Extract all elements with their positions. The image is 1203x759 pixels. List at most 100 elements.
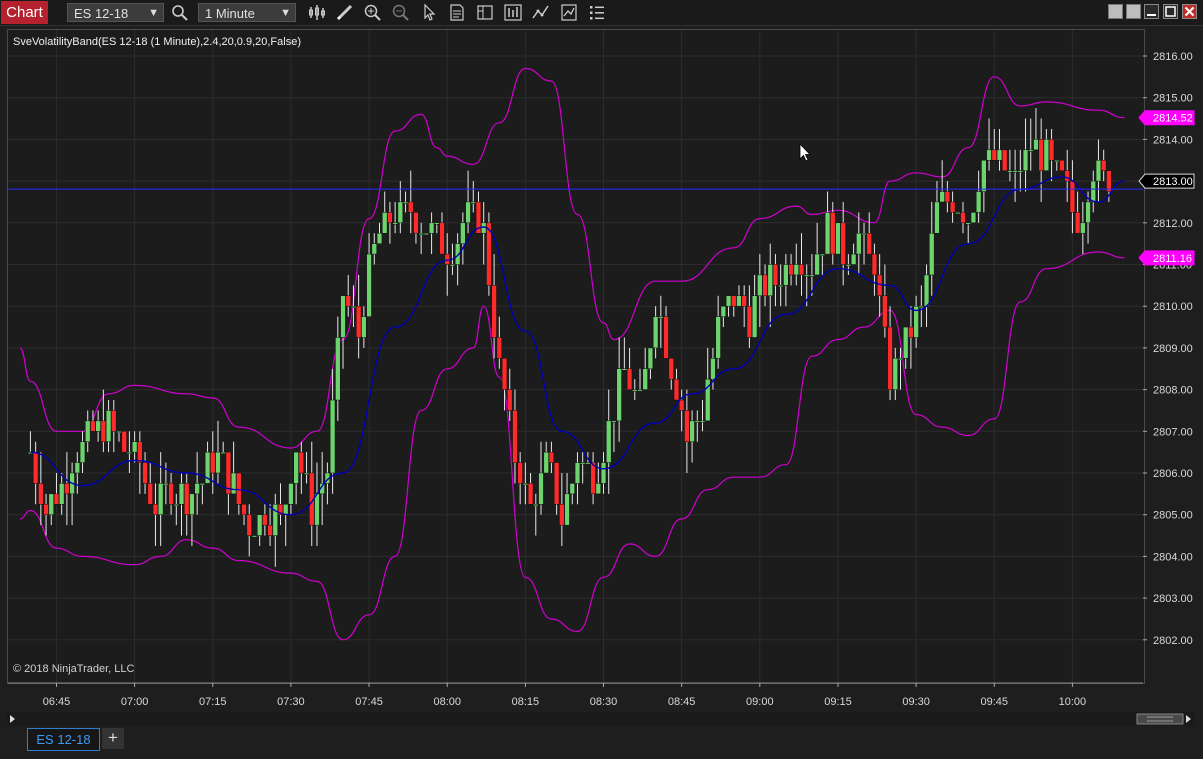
candle-up [652,316,659,349]
candle-up [1028,149,1034,152]
candle-up [1085,201,1091,224]
candle-up [606,420,612,463]
candle-down [731,295,737,307]
candle-up [892,358,898,390]
candle-up [809,274,815,277]
candle-down [668,358,674,380]
x-tick-label: 06:45 [43,696,71,708]
price-chart[interactable]: 2816.00 2815.00 2814.00 2813.00 2812.00 2811.… [0,0,1203,759]
candle-up [564,493,570,526]
candle-down [236,472,242,505]
candle-up [939,191,945,203]
candle-up [642,368,648,390]
y-tick-label: 2803.00 [1153,593,1193,605]
horizontal-scrollbar[interactable] [7,712,1195,726]
candle-down [111,410,117,432]
x-tick-label: 07:30 [277,696,305,708]
candle-up [470,201,476,204]
candle-up [361,316,367,338]
candle-up [569,483,575,495]
x-tick-label: 08:30 [590,696,618,708]
indicator-label[interactable]: SveVolatilityBand(ES 12-18 (1 Minute),2.… [13,36,301,48]
candle-up [996,149,1003,161]
candle-up [611,420,617,423]
candle-down [496,337,502,359]
candle-down [444,253,450,265]
candle-up [637,389,643,392]
candle-up [970,212,977,224]
candle-up [783,264,789,286]
y-tick-label: 2814.00 [1153,134,1193,146]
candle-up [105,410,112,442]
candle-up [48,493,54,515]
candle-down [830,212,836,255]
y-tick-label: 2805.00 [1153,510,1193,522]
candle-up [720,305,727,317]
x-tick-label: 09:15 [824,696,852,708]
candle-down [673,378,680,401]
candle-up [819,253,825,256]
candle-down [887,326,893,390]
candle-up [340,295,346,338]
candle-up [986,149,992,161]
mouse-cursor-icon [799,143,811,162]
candle-down [53,493,60,505]
candle-up [1033,139,1039,151]
candle-up [481,222,487,234]
candle-up [1017,170,1023,173]
candle-down [1059,160,1065,171]
candle-up [955,212,961,215]
candle-down [772,264,779,286]
candle-up [585,462,591,465]
candle-down [90,420,96,432]
candlesticks [27,108,1112,567]
candle-down [137,441,143,463]
candle-up [903,326,909,359]
candle-down [64,483,70,495]
x-tick-label: 09:45 [981,696,1009,708]
candle-up [725,295,732,307]
candle-up [314,493,320,526]
candle-up [293,451,299,484]
candle-down [1069,180,1076,213]
candle-up [814,253,820,276]
candle-up [283,504,289,515]
candle-up [616,368,622,422]
candle-down [663,316,669,359]
candle-up [423,232,430,235]
candle-up [689,420,695,442]
candle-down [43,504,49,515]
candle-up [1043,139,1050,171]
candle-up [580,462,586,465]
scroll-thumb[interactable] [1136,713,1184,725]
candle-down [1074,212,1081,234]
candle-up [835,222,841,255]
candle-up [658,316,664,319]
candle-up [95,420,101,432]
candle-down [908,326,914,338]
candle-up [230,472,237,495]
candle-up [804,274,810,277]
candle-down [512,410,518,463]
candle-up [257,514,263,536]
x-tick-label: 07:45 [355,696,383,708]
candle-down [626,368,633,390]
candle-up [376,232,383,244]
candle-up [402,201,409,204]
candle-down [262,514,268,526]
add-tab-button[interactable]: + [102,728,124,749]
y-tick-label: 2804.00 [1153,551,1193,563]
candle-up [522,483,529,486]
candle-down [798,264,805,276]
candle-up [699,420,706,423]
candle-up [767,264,773,297]
candle-down [871,253,878,276]
candle-up [1012,170,1018,173]
band-price-marker: 2814.52 [1138,110,1195,126]
candle-up [694,420,700,423]
candle-up [595,483,601,495]
candle-up [845,264,852,267]
instrument-tab[interactable]: ES 12-18 [27,728,100,751]
candle-up [757,274,763,297]
candle-up [158,483,164,515]
